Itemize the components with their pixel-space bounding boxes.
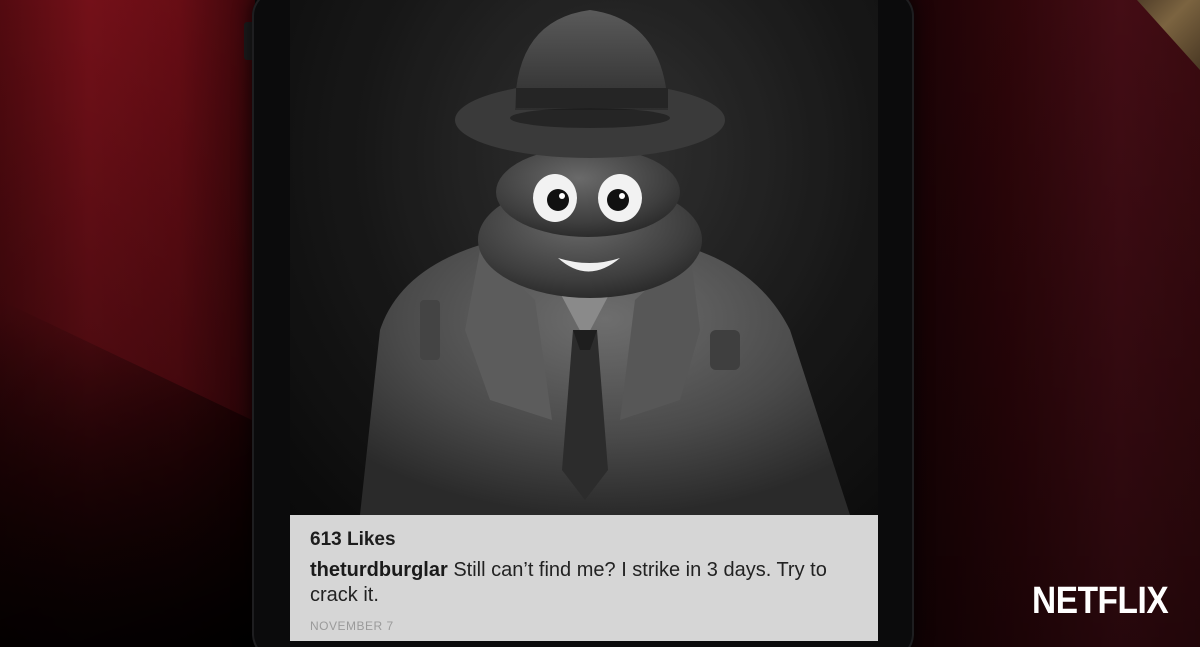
post-date: NOVEMBER 7	[310, 619, 394, 633]
caption-body: theturdburglar Still can’t find me? I st…	[310, 558, 855, 608]
post-photo[interactable]	[290, 0, 878, 515]
likes-count[interactable]: 613 Likes	[310, 529, 396, 551]
netflix-watermark: NETFLIX	[1032, 580, 1169, 622]
phone-side-button	[244, 22, 252, 60]
poop-emoji-detective-icon	[290, 0, 878, 515]
red-drape-right	[880, 0, 1200, 647]
username-link[interactable]: theturdburglar	[310, 559, 448, 581]
video-frame: 613 Likes theturdburglar Still can’t fin…	[0, 0, 1200, 647]
post-caption-panel: 613 Likes theturdburglar Still can’t fin…	[290, 515, 878, 641]
phone-screen: 613 Likes theturdburglar Still can’t fin…	[290, 0, 878, 641]
